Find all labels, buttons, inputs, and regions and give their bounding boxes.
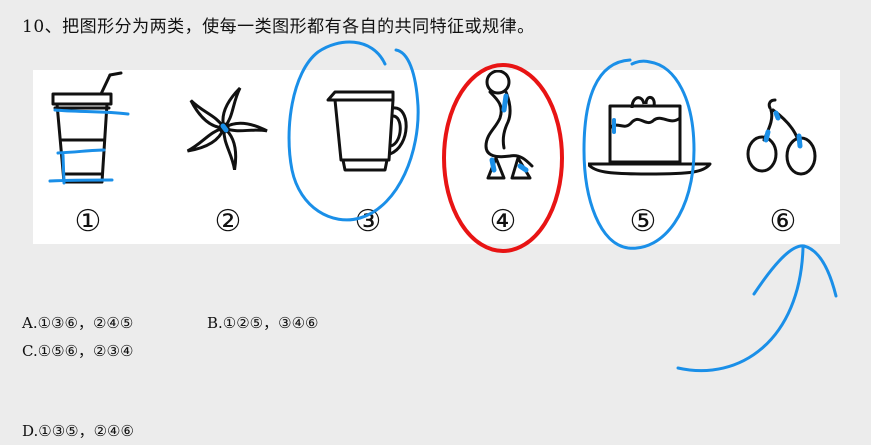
- annotation-arrow: [676, 244, 838, 373]
- question-title: 10、把图形分为两类，使每一类图形都有各自的共同特征或规律。: [22, 17, 535, 37]
- pitcher-icon: [326, 90, 408, 172]
- cake-icon: [588, 96, 712, 176]
- drink-cup-icon: [51, 71, 123, 184]
- figure-number-5: ⑤: [629, 204, 657, 239]
- goose-icon: [484, 70, 534, 180]
- figure-number-2: ②: [214, 204, 242, 239]
- figure-number-6: ⑥: [769, 204, 797, 239]
- figure-3: ③: [313, 70, 423, 244]
- pinwheel-icon: [186, 86, 268, 171]
- option-a[interactable]: A.①③⑥，②④⑤: [22, 312, 133, 333]
- option-b[interactable]: B.①②⑤，③④⑥: [207, 312, 318, 333]
- figure-4: ④: [448, 70, 558, 244]
- figures-panel: ① ② ③ ④ ⑤ ⑥: [33, 70, 840, 244]
- figure-5: ⑤: [588, 70, 712, 244]
- figure-2: ②: [173, 70, 283, 244]
- figure-number-4: ④: [489, 204, 517, 239]
- cherries-icon: [746, 98, 817, 176]
- figure-6: ⑥: [728, 70, 838, 244]
- figure-number-3: ③: [354, 204, 382, 239]
- option-c[interactable]: C.①⑤⑥，②③④: [22, 340, 133, 361]
- option-d[interactable]: D.①③⑤，②④⑥: [22, 420, 134, 441]
- figure-1: ①: [33, 70, 143, 244]
- figure-number-1: ①: [74, 204, 102, 239]
